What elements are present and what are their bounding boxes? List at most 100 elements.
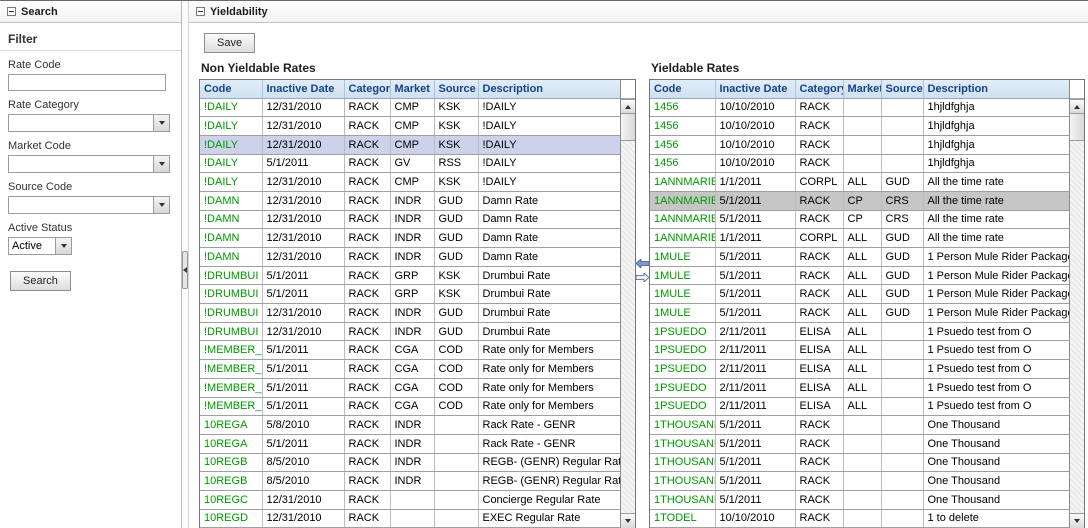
column-header[interactable]: Code bbox=[650, 80, 715, 98]
table-row[interactable]: !DRUMBUI12/31/2010RACKINDRGUDDrumbui Rat… bbox=[200, 304, 620, 323]
cell: RACK bbox=[795, 117, 843, 136]
move-left-icon[interactable] bbox=[636, 259, 649, 268]
table-row[interactable]: 1MULE5/1/2011RACKALLGUD1 Person Mule Rid… bbox=[650, 248, 1069, 267]
table-row[interactable]: 1ANNMARIE5/1/2011RACKCPCRSAll the time r… bbox=[650, 210, 1069, 229]
table-row[interactable]: 1MULE5/1/2011RACKALLGUD1 Person Mule Rid… bbox=[650, 285, 1069, 304]
cell: 5/1/2011 bbox=[715, 266, 795, 285]
save-button[interactable]: Save bbox=[204, 33, 255, 53]
column-header[interactable]: Description bbox=[923, 80, 1069, 98]
table-row[interactable]: !DAMN12/31/2010RACKINDRGUDDamn Rate bbox=[200, 248, 620, 267]
panel-splitter[interactable] bbox=[182, 1, 189, 528]
cell: GUD bbox=[881, 248, 923, 267]
table-row[interactable]: 10REGB8/5/2010RACKINDRREGB- (GENR) Regul… bbox=[200, 453, 620, 472]
column-header[interactable]: Category bbox=[344, 80, 390, 98]
table-row[interactable]: !DRUMBUI12/31/2010RACKINDRGUDDrumbui Rat… bbox=[200, 322, 620, 341]
scrollbar-down-icon[interactable] bbox=[1070, 513, 1084, 528]
cell bbox=[881, 322, 923, 341]
table-row[interactable]: 1PSUEDO2/11/2011ELISAALL1 Psuedo test fr… bbox=[650, 378, 1069, 397]
table-row[interactable]: 1PSUEDO2/11/2011ELISAALL1 Psuedo test fr… bbox=[650, 322, 1069, 341]
table-row[interactable]: !MEMBER_RA...5/1/2011RACKCGACODRate only… bbox=[200, 397, 620, 416]
cell bbox=[881, 135, 923, 154]
dropdown-arrow-icon[interactable] bbox=[153, 156, 169, 172]
table-row[interactable]: 1ANNMARIE1/1/2011CORPLALLGUDAll the time… bbox=[650, 173, 1069, 192]
table-row[interactable]: !DAILY12/31/2010RACKCMPKSK!DAILY bbox=[200, 98, 620, 117]
table-row[interactable]: 145610/10/2010RACK1hjldfghja bbox=[650, 154, 1069, 173]
cell: 5/1/2011 bbox=[262, 378, 344, 397]
table-row[interactable]: !MEMBER_RA...5/1/2011RACKCGACODRate only… bbox=[200, 360, 620, 379]
table-row[interactable]: !MEMBER_RA...5/1/2011RACKCGACODRate only… bbox=[200, 378, 620, 397]
scrollbar-down-icon[interactable] bbox=[621, 513, 635, 528]
rate-category-select[interactable] bbox=[8, 114, 170, 132]
table-row[interactable]: !MEMBER_RA...5/1/2011RACKCGACODRate only… bbox=[200, 341, 620, 360]
dropdown-arrow-icon[interactable] bbox=[55, 238, 71, 254]
dropdown-arrow-icon[interactable] bbox=[153, 197, 169, 213]
cell: !DAMN bbox=[200, 248, 262, 267]
collapse-icon[interactable] bbox=[7, 7, 16, 16]
scrollbar-up-icon[interactable] bbox=[1070, 99, 1084, 114]
column-header[interactable]: Inactive Date bbox=[715, 80, 795, 98]
table-row[interactable]: 1THOUSAND5/1/2011RACKOne Thousand bbox=[650, 472, 1069, 491]
cell: INDR bbox=[390, 210, 434, 229]
cell: RACK bbox=[344, 453, 390, 472]
scrollbar-up-icon[interactable] bbox=[621, 99, 635, 114]
table-row[interactable]: 10REGB8/5/2010RACKINDRREGB- (GENR) Regul… bbox=[200, 472, 620, 491]
table-row[interactable]: !DRUMBUI5/1/2011RACKGRPKSKDrumbui Rate bbox=[200, 285, 620, 304]
column-header[interactable]: Market bbox=[843, 80, 881, 98]
move-right-icon[interactable] bbox=[636, 273, 649, 282]
cell: 10/10/2010 bbox=[715, 154, 795, 173]
cell: 5/1/2011 bbox=[715, 191, 795, 210]
table-row[interactable]: 10REGA5/1/2011RACKINDRRack Rate - GENR bbox=[200, 434, 620, 453]
scrollbar-thumb[interactable] bbox=[621, 114, 635, 141]
collapse-icon[interactable] bbox=[196, 7, 205, 16]
column-header[interactable]: Code bbox=[200, 80, 262, 98]
dropdown-arrow-icon[interactable] bbox=[153, 115, 169, 131]
table-row[interactable]: !DAMN12/31/2010RACKINDRGUDDamn Rate bbox=[200, 191, 620, 210]
column-header[interactable]: Inactive Date bbox=[262, 80, 344, 98]
table-row[interactable]: 145610/10/2010RACK1hjldfghja bbox=[650, 98, 1069, 117]
cell: Rate only for Members bbox=[478, 378, 620, 397]
table-row[interactable]: 1PSUEDO2/11/2011ELISAALL1 Psuedo test fr… bbox=[650, 397, 1069, 416]
table-row[interactable]: 1THOUSAND5/1/2011RACKOne Thousand bbox=[650, 416, 1069, 435]
scrollbar-thumb[interactable] bbox=[1070, 114, 1084, 141]
table-row[interactable]: !DAILY12/31/2010RACKCMPKSK!DAILY bbox=[200, 117, 620, 136]
table-row[interactable]: 10REGC12/31/2010RACKConcierge Regular Ra… bbox=[200, 490, 620, 509]
table-row[interactable]: !DAMN12/31/2010RACKINDRGUDDamn Rate bbox=[200, 229, 620, 248]
table-row[interactable]: 10REGA5/8/2010RACKINDRRack Rate - GENR bbox=[200, 416, 620, 435]
cell: CORPL bbox=[795, 173, 843, 192]
table-row[interactable]: 1ANNMARIE5/1/2011RACKCPCRSAll the time r… bbox=[650, 191, 1069, 210]
cell: Damn Rate bbox=[478, 210, 620, 229]
active-status-select[interactable]: Active bbox=[8, 237, 72, 255]
search-button[interactable]: Search bbox=[10, 271, 71, 291]
yieldability-panel-header[interactable]: Yieldability bbox=[189, 1, 1088, 23]
table-row[interactable]: 10REGD12/31/2010RACKEXEC Regular Rate bbox=[200, 509, 620, 528]
table-row[interactable]: 1PSUEDO2/11/2011ELISAALL1 Psuedo test fr… bbox=[650, 341, 1069, 360]
table-row[interactable]: 1MULE5/1/2011RACKALLGUD1 Person Mule Rid… bbox=[650, 304, 1069, 323]
table-row[interactable]: !DAILY5/1/2011RACKGVRSS!DAILY bbox=[200, 154, 620, 173]
yieldable-scrollbar[interactable] bbox=[1069, 80, 1084, 528]
table-row[interactable]: 145610/10/2010RACK1hjldfghja bbox=[650, 117, 1069, 136]
table-row[interactable]: !DRUMBUI5/1/2011RACKGRPKSKDrumbui Rate bbox=[200, 266, 620, 285]
table-row[interactable]: 1PSUEDO2/11/2011ELISAALL1 Psuedo test fr… bbox=[650, 360, 1069, 379]
cell: 1456 bbox=[650, 154, 715, 173]
column-header[interactable]: Source bbox=[881, 80, 923, 98]
column-header[interactable]: Source bbox=[434, 80, 478, 98]
table-row[interactable]: 1ANNMARIE1/1/2011CORPLALLGUDAll the time… bbox=[650, 229, 1069, 248]
rate-code-input[interactable] bbox=[8, 74, 166, 91]
market-code-select[interactable] bbox=[8, 155, 170, 173]
table-row[interactable]: 1THOUSAND5/1/2011RACKOne Thousand bbox=[650, 490, 1069, 509]
table-row[interactable]: !DAILY12/31/2010RACKCMPKSK!DAILY bbox=[200, 173, 620, 192]
table-row[interactable]: 145610/10/2010RACK1hjldfghja bbox=[650, 135, 1069, 154]
search-panel-header[interactable]: Search bbox=[0, 1, 181, 23]
table-row[interactable]: 1THOUSAND5/1/2011RACKOne Thousand bbox=[650, 434, 1069, 453]
column-header[interactable]: Description bbox=[478, 80, 620, 98]
table-row[interactable]: !DAILY12/31/2010RACKCMPKSK!DAILY bbox=[200, 135, 620, 154]
table-row[interactable]: 1MULE5/1/2011RACKALLGUD1 Person Mule Rid… bbox=[650, 266, 1069, 285]
table-row[interactable]: 1TODEL10/10/2010RACK1 to delete bbox=[650, 509, 1069, 528]
table-row[interactable]: 1THOUSAND5/1/2011RACKOne Thousand bbox=[650, 453, 1069, 472]
source-code-select[interactable] bbox=[8, 196, 170, 214]
column-header[interactable]: Market bbox=[390, 80, 434, 98]
collapse-handle[interactable] bbox=[182, 251, 188, 289]
non-yieldable-scrollbar[interactable] bbox=[620, 80, 635, 528]
column-header[interactable]: Category bbox=[795, 80, 843, 98]
table-row[interactable]: !DAMN12/31/2010RACKINDRGUDDamn Rate bbox=[200, 210, 620, 229]
